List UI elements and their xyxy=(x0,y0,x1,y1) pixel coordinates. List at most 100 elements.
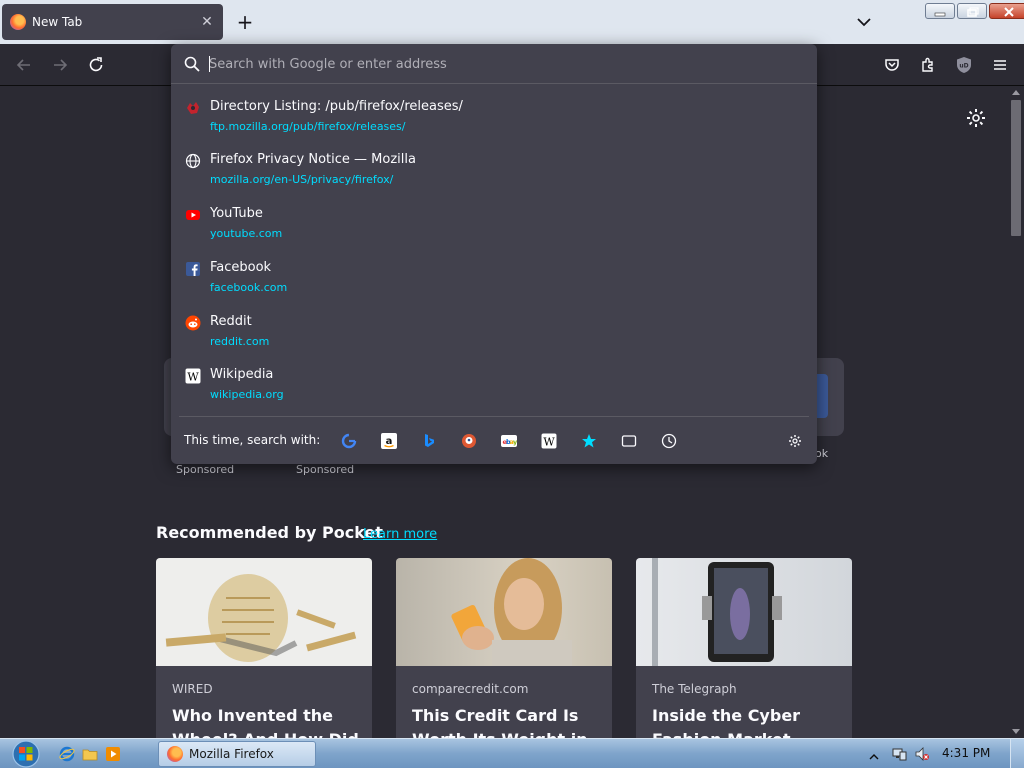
result-item[interactable]: Firefox Privacy Notice — Mozilla mozilla… xyxy=(179,147,809,195)
wikipedia-icon: W xyxy=(185,368,201,384)
pocket-heading: Recommended by Pocket xyxy=(156,523,383,542)
start-button[interactable] xyxy=(7,739,45,768)
tab-new-tab[interactable]: New Tab ✕ xyxy=(2,4,223,40)
show-hidden-icons-icon[interactable] xyxy=(868,748,884,764)
sponsored-label: Sponsored xyxy=(176,463,235,476)
search-icon xyxy=(183,55,201,73)
card-image xyxy=(636,558,852,666)
svg-text:W: W xyxy=(187,371,199,384)
result-title: Directory Listing: /pub/firefox/releases… xyxy=(210,99,463,114)
close-icon xyxy=(1004,7,1014,17)
minimize-button[interactable] xyxy=(925,3,955,19)
one-off-label: This time, search with: xyxy=(184,433,321,447)
volume-muted-icon[interactable] xyxy=(914,746,930,762)
internet-explorer-icon[interactable] xyxy=(59,746,75,762)
reload-icon xyxy=(89,57,103,72)
result-item[interactable]: Reddit reddit.com xyxy=(179,309,809,357)
back-button[interactable] xyxy=(12,53,36,77)
gear-icon xyxy=(967,109,985,127)
pocket-icon xyxy=(885,59,899,71)
new-tab-button[interactable]: + xyxy=(233,10,257,34)
tabs-icon[interactable] xyxy=(619,431,639,451)
sponsored-label: Sponsored xyxy=(296,463,355,476)
pocket-card[interactable]: comparecredit.com This Credit Card Is Wo… xyxy=(396,558,612,738)
reload-button[interactable] xyxy=(84,53,108,77)
list-all-tabs-button[interactable] xyxy=(853,11,875,33)
result-url: youtube.com xyxy=(210,227,283,240)
restore-icon xyxy=(967,7,979,17)
bookmarks-icon[interactable] xyxy=(579,431,599,451)
media-player-icon[interactable] xyxy=(105,746,121,762)
amazon-icon[interactable]: a xyxy=(379,431,399,451)
gear-icon xyxy=(789,435,801,447)
one-off-search-row: This time, search with: a ebay W xyxy=(179,416,809,456)
search-settings-button[interactable] xyxy=(785,431,805,451)
show-desktop-button[interactable] xyxy=(1010,739,1024,768)
duckduckgo-icon[interactable] xyxy=(459,431,479,451)
text-caret xyxy=(209,56,210,72)
scroll-up-arrow-icon[interactable] xyxy=(1012,90,1020,95)
result-title: Reddit xyxy=(210,314,252,329)
urlbar-dropdown: Directory Listing: /pub/firefox/releases… xyxy=(171,44,817,464)
svg-text:a: a xyxy=(386,436,393,447)
history-icon[interactable] xyxy=(659,431,679,451)
mozilla-ftp-icon xyxy=(185,100,201,116)
hamburger-menu-icon xyxy=(994,60,1006,70)
forward-arrow-icon xyxy=(54,59,68,71)
personalize-button[interactable] xyxy=(964,106,988,130)
ebay-icon[interactable]: ebay xyxy=(499,431,519,451)
page-scrollbar[interactable] xyxy=(1008,86,1024,738)
firefox-icon xyxy=(167,746,183,762)
result-url: ftp.mozilla.org/pub/firefox/releases/ xyxy=(210,120,406,133)
result-title: Firefox Privacy Notice — Mozilla xyxy=(210,152,416,167)
wikipedia-icon[interactable]: W xyxy=(539,431,559,451)
card-headline: Inside the Cyber Fashion Market Where xyxy=(652,706,801,738)
taskbar-clock[interactable]: 4:31 PM xyxy=(942,746,990,760)
close-window-button[interactable] xyxy=(989,3,1024,19)
forward-button[interactable] xyxy=(48,53,72,77)
learn-more-link[interactable]: Learn more xyxy=(363,527,437,542)
card-headline: Who Invented the Wheel? And How Did xyxy=(172,706,359,738)
close-tab-icon[interactable]: ✕ xyxy=(199,14,215,30)
youtube-icon xyxy=(185,207,201,223)
scroll-down-arrow-icon[interactable] xyxy=(1012,729,1020,734)
result-title: Wikipedia xyxy=(210,367,274,382)
card-image xyxy=(396,558,612,666)
result-url: wikipedia.org xyxy=(210,388,284,401)
puzzle-icon xyxy=(922,57,933,72)
pocket-button[interactable] xyxy=(880,53,904,77)
result-item[interactable]: Directory Listing: /pub/firefox/releases… xyxy=(179,94,809,142)
google-icon[interactable] xyxy=(339,431,359,451)
taskbar: Mozilla Firefox 4:31 PM xyxy=(0,738,1024,768)
network-icon[interactable] xyxy=(891,746,907,762)
svg-text:y: y xyxy=(513,438,517,446)
restore-button[interactable] xyxy=(957,3,987,19)
pocket-card[interactable]: The Telegraph Inside the Cyber Fashion M… xyxy=(636,558,852,738)
ublock-shield-icon: uD xyxy=(957,57,971,73)
file-explorer-icon[interactable] xyxy=(82,746,98,762)
bing-icon[interactable] xyxy=(419,431,439,451)
card-headline: This Credit Card Is Worth Its Weight in xyxy=(412,706,588,738)
result-item[interactable]: YouTube youtube.com xyxy=(179,201,809,249)
extensions-button[interactable] xyxy=(916,53,940,77)
card-source: The Telegraph xyxy=(652,682,737,696)
svg-text:W: W xyxy=(543,436,555,449)
chevron-down-icon xyxy=(857,18,871,27)
card-image xyxy=(156,558,372,666)
urlbar xyxy=(171,44,817,84)
result-item[interactable]: W Wikipedia wikipedia.org xyxy=(179,362,809,410)
facebook-icon xyxy=(185,261,201,277)
card-source: WIRED xyxy=(172,682,213,696)
result-url: reddit.com xyxy=(210,335,270,348)
result-title: YouTube xyxy=(210,206,263,221)
result-item[interactable]: Facebook facebook.com xyxy=(179,255,809,303)
app-menu-button[interactable] xyxy=(988,53,1012,77)
url-input[interactable] xyxy=(209,53,789,75)
card-source: comparecredit.com xyxy=(412,682,529,696)
reddit-icon xyxy=(185,315,201,331)
pocket-card[interactable]: WIRED Who Invented the Wheel? And How Di… xyxy=(156,558,372,738)
ublock-button[interactable]: uD xyxy=(952,53,976,77)
taskbar-firefox-button[interactable]: Mozilla Firefox xyxy=(158,741,316,767)
windows-start-icon xyxy=(12,740,40,768)
scrollbar-thumb[interactable] xyxy=(1011,100,1021,236)
